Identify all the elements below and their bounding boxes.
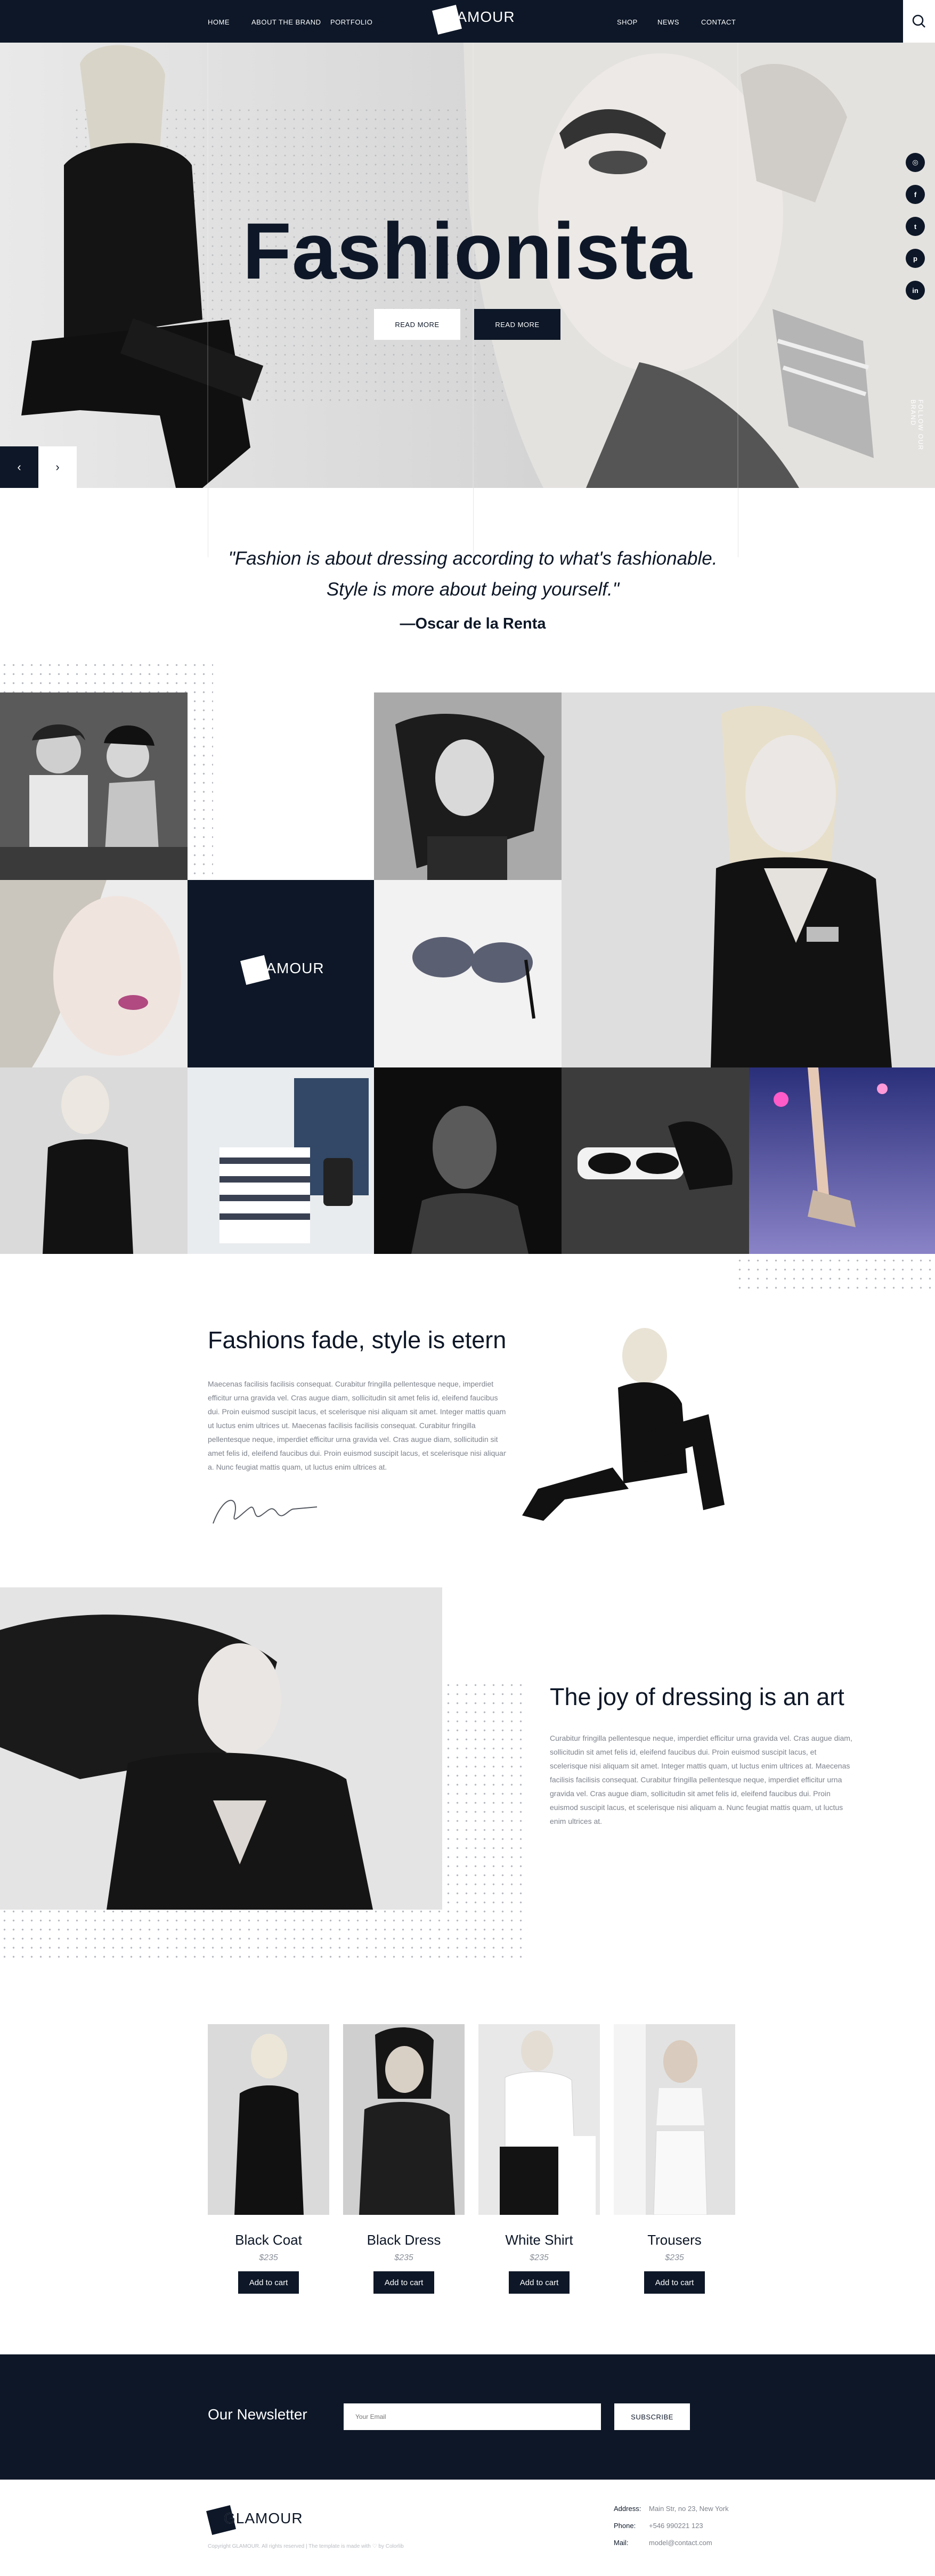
product-name[interactable]: White Shirt	[478, 2232, 600, 2248]
pinterest-icon[interactable]: p	[906, 249, 925, 268]
gallery-photo-dark-portrait[interactable]	[374, 1067, 562, 1254]
footer-logo[interactable]: GLAMOUR	[206, 2505, 303, 2535]
nav-link-about-the-brand[interactable]: ABOUT THE BRAND	[251, 18, 321, 26]
gallery-photo-model-black-dress[interactable]	[0, 1067, 188, 1254]
logo-text: GLAMOUR	[436, 9, 515, 25]
instagram-icon[interactable]: ◎	[906, 153, 925, 172]
joy-photo-leather-jacket	[0, 1587, 442, 1910]
product-image-black-coat[interactable]	[208, 2024, 329, 2215]
footer-mail-value[interactable]: model@contact.com	[649, 2539, 712, 2547]
product-price: $235	[530, 2253, 549, 2262]
add-to-cart-button[interactable]: Add to cart	[509, 2271, 570, 2294]
footer-phone-value: +546 990221 123	[649, 2522, 703, 2530]
quote-text: "Fashion is about dressing according to …	[228, 548, 718, 600]
gallery-photo-closeup-face[interactable]	[0, 880, 188, 1067]
add-to-cart-button[interactable]: Add to cart	[644, 2271, 705, 2294]
product-image-trousers[interactable]	[614, 2024, 735, 2215]
about-photo-sitting-model	[506, 1313, 730, 1537]
footer-address-value: Main Str, no 23, New York	[649, 2505, 729, 2513]
follow-our-brand-label: FOLLOW OUR BRAND	[909, 400, 924, 451]
product-name[interactable]: Black Coat	[208, 2232, 329, 2248]
product-image-black-dress[interactable]	[343, 2024, 465, 2215]
add-to-cart-button[interactable]: Add to cart	[238, 2271, 299, 2294]
twitter-icon[interactable]: t	[906, 217, 925, 236]
about-body: Maecenas facilisis facilisis consequat. …	[208, 1380, 510, 1471]
hero-read-more-button-dark[interactable]: READ MORE	[474, 309, 560, 340]
gallery-photo-hair-flip[interactable]	[374, 692, 562, 880]
product-image-white-shirt[interactable]	[478, 2024, 600, 2215]
product-price: $235	[259, 2253, 278, 2262]
search-button[interactable]	[903, 0, 935, 43]
quote-author: —Oscar de la Renta	[400, 615, 546, 632]
gallery-logo-tile: GLAMOUR	[188, 880, 374, 1067]
joy-body: Curabitur fringilla pellentesque neque, …	[550, 1734, 852, 1825]
product-name[interactable]: Trousers	[614, 2232, 735, 2248]
product-price: $235	[394, 2253, 413, 2262]
chevron-right-icon: ›	[55, 460, 60, 474]
about-title: Fashions fade, style is eternal	[208, 1326, 525, 1354]
footer-mail-label: Mail:	[614, 2539, 629, 2547]
nav-link-contact[interactable]: CONTACT	[701, 18, 736, 26]
top-navigation-bar: HOME ABOUT THE BRAND PORTFOLIO GLAMOUR S…	[0, 0, 935, 43]
gallery-logo: GLAMOUR	[240, 955, 324, 985]
copyright-text: Copyright GLAMOUR. All rights reserved |…	[208, 2544, 404, 2549]
product-price: $235	[665, 2253, 684, 2262]
hero-prev-button[interactable]: ‹	[0, 446, 38, 488]
product-name[interactable]: Black Dress	[343, 2232, 465, 2248]
subscribe-button[interactable]: SUBSCRIBE	[614, 2403, 690, 2430]
gallery-photo-stage-heels[interactable]	[749, 1067, 935, 1254]
hero-banner: Fashionista READ MORE READ MORE ◎ f t p …	[0, 43, 935, 488]
chevron-left-icon: ‹	[17, 460, 21, 474]
gallery-photo-white-sunglasses[interactable]	[562, 1067, 749, 1254]
signature-image	[213, 1499, 318, 1524]
hero-read-more-button-light[interactable]: READ MORE	[374, 309, 460, 340]
joy-title: The joy of dressing is an art	[550, 1683, 844, 1710]
site-logo[interactable]: GLAMOUR	[432, 5, 515, 35]
newsletter-section: Our Newsletter SUBSCRIBE	[0, 2354, 935, 2480]
gallery-photo-blonde-model[interactable]	[562, 692, 935, 1067]
facebook-icon[interactable]: f	[906, 185, 925, 204]
newsletter-title: Our Newsletter	[208, 2406, 307, 2423]
add-to-cart-button[interactable]: Add to cart	[373, 2271, 434, 2294]
gallery-photo-couple[interactable]	[0, 692, 188, 880]
nav-link-shop[interactable]: SHOP	[617, 18, 638, 26]
search-icon	[912, 14, 925, 28]
gallery-photo-sunglasses[interactable]	[374, 880, 562, 1067]
nav-link-home[interactable]: HOME	[208, 18, 230, 26]
footer-phone-label: Phone:	[614, 2522, 636, 2530]
linkedin-icon[interactable]: in	[906, 281, 925, 300]
nav-link-portfolio[interactable]: PORTFOLIO	[330, 18, 372, 26]
newsletter-email-input[interactable]	[344, 2403, 601, 2430]
hero-next-button[interactable]: ›	[38, 446, 77, 488]
footer-address-label: Address:	[614, 2505, 641, 2513]
gallery-photo-clothes-flatlay[interactable]	[188, 1067, 374, 1254]
nav-link-news[interactable]: NEWS	[657, 18, 679, 26]
hero-title: Fashionista	[242, 206, 693, 296]
